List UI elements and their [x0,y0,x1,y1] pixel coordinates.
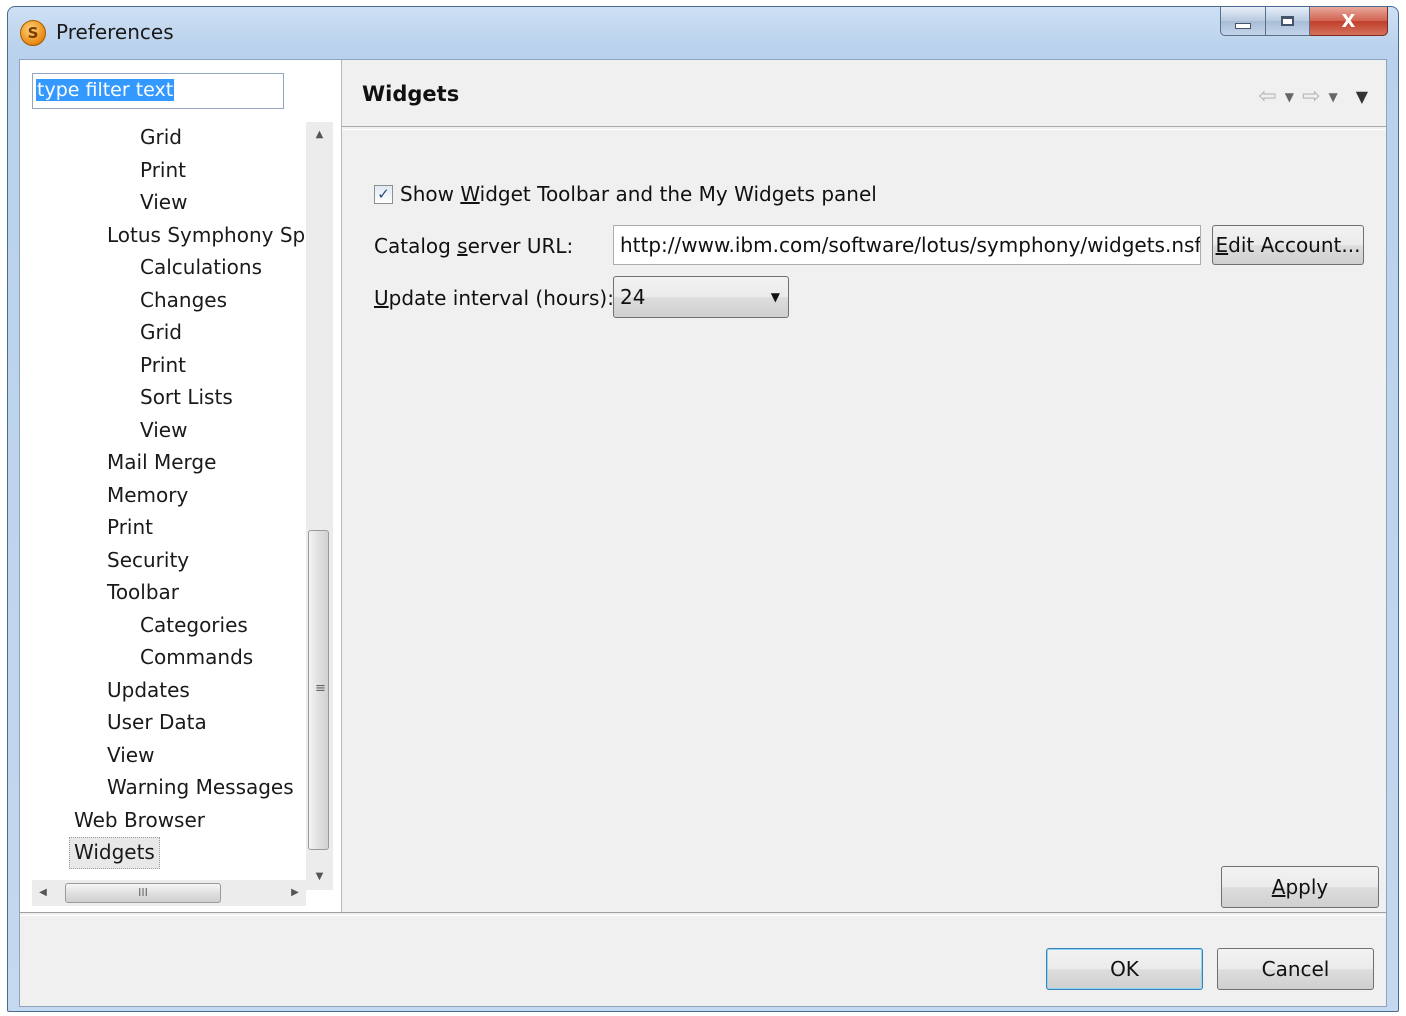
preferences-tree: Grid Print View Lotus Symphony Spre Calculat… [20,122,305,890]
scroll-left-arrow-icon[interactable]: ◀ [32,880,54,906]
dropdown-arrow-icon: ▼ [770,290,780,304]
tree-item[interactable]: Sort Lists [140,382,233,412]
page-title: Widgets [362,82,460,106]
tree-item[interactable]: Print [140,155,186,185]
tree-item[interactable]: User Data [107,707,207,737]
view-menu-icon[interactable]: ▼ [1356,87,1368,106]
maximize-icon [1281,16,1294,26]
tree-item[interactable]: View [140,415,187,445]
scroll-down-arrow-icon[interactable]: ▼ [306,864,333,890]
page-navigation: ⇦ ▼ ⇨ ▼ ▼ [1258,84,1368,109]
close-icon: X [1341,10,1356,32]
close-button[interactable]: X [1310,7,1388,36]
dialog-client-area: type filter text Grid Print View Lotus Symp… [19,59,1387,1007]
tree-item[interactable]: Toolbar [107,577,179,607]
scroll-up-arrow-icon[interactable]: ▲ [306,122,333,148]
cancel-button[interactable]: Cancel [1217,948,1374,990]
title-bar[interactable]: S Preferences X [8,7,1398,59]
tree-item[interactable]: Memory [107,480,188,510]
maximize-button[interactable] [1266,7,1310,36]
tree-item[interactable]: Mail Merge [107,447,216,477]
minimize-icon [1235,23,1251,29]
checkmark-icon: ✓ [377,184,390,203]
scroll-right-arrow-icon[interactable]: ▶ [284,880,306,906]
preferences-window: S Preferences X type filter text Grid Pri… [7,6,1399,1012]
tree-horizontal-scrollbar[interactable]: ◀ III ▶ [32,880,306,906]
filter-input-text: type filter text [36,79,175,101]
update-interval-select[interactable]: 24 ▼ [613,276,789,318]
forward-arrow-icon[interactable]: ⇨ [1302,84,1320,109]
catalog-server-url-label: Catalog server URL: [374,234,574,258]
edit-account-button[interactable]: Edit Account... [1212,225,1364,265]
show-widget-toolbar-checkbox[interactable]: ✓ [374,184,393,204]
tree-item[interactable]: Widgets [69,837,160,869]
title-separator [342,126,1386,130]
preference-page: Widgets ⇦ ▼ ⇨ ▼ ▼ ✓ Show Widget Toolbar … [342,60,1386,912]
update-interval-value: 24 [620,285,646,309]
tree-item[interactable]: Updates [107,675,190,705]
update-interval-label: Update interval (hours): [374,286,614,310]
catalog-server-url-input[interactable]: http://www.ibm.com/software/lotus/sympho… [613,225,1201,265]
back-arrow-icon[interactable]: ⇦ [1258,84,1276,109]
tree-item[interactable]: Warning Messages [107,772,294,802]
ok-button[interactable]: OK [1046,948,1203,990]
tree-item[interactable]: Lotus Symphony Spre [107,220,305,250]
tree-item[interactable]: Calculations [140,252,262,282]
scroll-grip-icon: ≡ [315,681,326,696]
minimize-button[interactable] [1220,7,1266,36]
horizontal-scroll-thumb[interactable]: III [65,883,221,903]
tree-item[interactable]: View [140,187,187,217]
vertical-scroll-thumb[interactable]: ≡ [308,530,329,850]
window-controls: X [1220,7,1388,37]
tree-item[interactable]: Web Browser [74,805,205,835]
filter-input[interactable]: type filter text [32,73,284,109]
show-widget-toolbar-label[interactable]: Show Widget Toolbar and the My Widgets p… [400,182,877,206]
forward-history-dropdown-icon[interactable]: ▼ [1328,90,1337,104]
app-icon: S [20,20,46,46]
tree-item[interactable]: Commands [140,642,253,672]
tree-item[interactable]: Grid [140,317,182,347]
tree-item[interactable]: Categories [140,610,248,640]
tree-item[interactable]: Grid [140,122,182,152]
show-widget-toolbar-option[interactable]: ✓ Show Widget Toolbar and the My Widgets… [374,182,877,206]
tree-item[interactable]: Changes [140,285,227,315]
tree-item[interactable]: Security [107,545,189,575]
tree-item[interactable]: View [107,740,154,770]
tree-item[interactable]: Print [140,350,186,380]
apply-button[interactable]: Apply [1221,866,1379,908]
back-history-dropdown-icon[interactable]: ▼ [1285,90,1294,104]
tree-item[interactable]: Print [107,512,153,542]
preferences-tree-pane: type filter text Grid Print View Lotus Symp… [20,60,342,912]
tree-vertical-scrollbar[interactable]: ▲ ≡ ▼ [306,122,333,890]
footer-separator [20,912,1386,916]
window-title: Preferences [56,20,174,44]
